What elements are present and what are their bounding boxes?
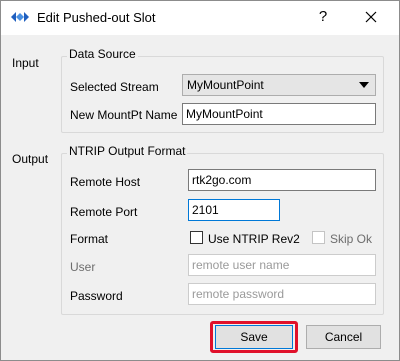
remote-port-input[interactable] (188, 199, 280, 221)
password-label: Password (70, 289, 123, 303)
skip-ok-checkbox[interactable] (312, 231, 325, 244)
window-title: Edit Pushed-out Slot (37, 10, 156, 25)
close-icon (365, 11, 377, 23)
use-ntrip-rev2-label: Use NTRIP Rev2 (208, 232, 300, 246)
ntrip-output-format-group-title: NTRIP Output Format (67, 144, 188, 158)
user-input[interactable] (188, 254, 376, 276)
edit-pushed-out-slot-dialog: Edit Pushed-out Slot ? Input Data Source… (0, 0, 400, 361)
remote-host-input[interactable] (188, 169, 376, 191)
selected-stream-combo[interactable]: MyMountPoint (182, 74, 376, 96)
new-mountpt-input[interactable] (182, 103, 376, 125)
remote-port-label: Remote Port (70, 205, 138, 219)
input-section-label: Input (12, 56, 39, 70)
diamond-arrows-icon (11, 12, 29, 22)
remote-host-label: Remote Host (70, 175, 141, 189)
selected-stream-value: MyMountPoint (187, 78, 264, 92)
output-section-label: Output (12, 152, 49, 166)
chevron-down-icon (359, 82, 369, 88)
close-button[interactable] (357, 4, 385, 30)
help-button[interactable]: ? (309, 4, 337, 30)
selected-stream-label: Selected Stream (70, 80, 159, 94)
new-mountpt-label: New MountPt Name (70, 108, 178, 122)
user-label: User (70, 260, 96, 274)
title-bar: Edit Pushed-out Slot ? (1, 1, 399, 35)
format-label: Format (70, 232, 109, 246)
use-ntrip-rev2-checkbox[interactable] (190, 231, 203, 244)
cancel-button[interactable]: Cancel (306, 325, 381, 349)
data-source-group-title: Data Source (67, 47, 138, 61)
save-button[interactable]: Save (215, 325, 293, 349)
skip-ok-label: Skip Ok (330, 232, 373, 246)
password-input[interactable] (188, 283, 376, 305)
